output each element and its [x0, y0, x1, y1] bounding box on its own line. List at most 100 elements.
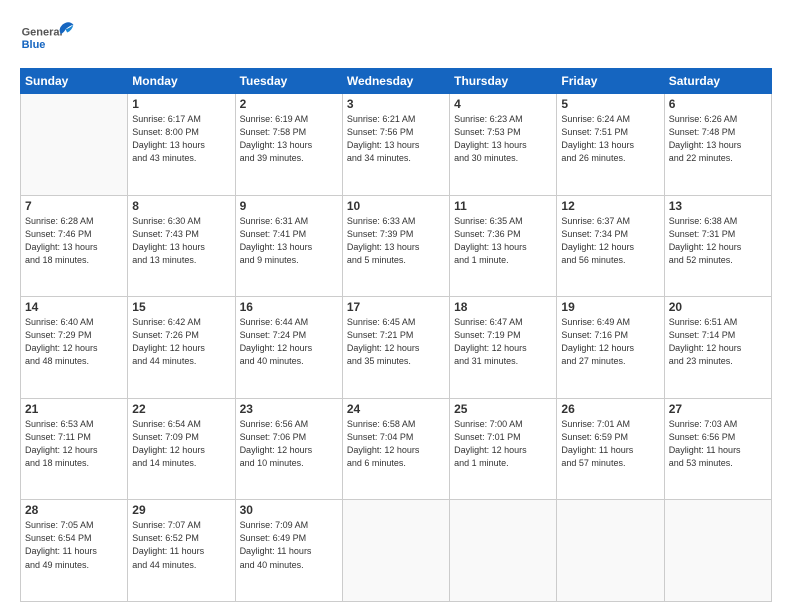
weekday-header-tuesday: Tuesday: [235, 69, 342, 94]
day-info: Sunrise: 6:37 AM Sunset: 7:34 PM Dayligh…: [561, 215, 659, 267]
day-number: 26: [561, 402, 659, 416]
weekday-header-friday: Friday: [557, 69, 664, 94]
day-number: 25: [454, 402, 552, 416]
day-number: 18: [454, 300, 552, 314]
day-number: 17: [347, 300, 445, 314]
day-info: Sunrise: 7:01 AM Sunset: 6:59 PM Dayligh…: [561, 418, 659, 470]
calendar-cell: 22Sunrise: 6:54 AM Sunset: 7:09 PM Dayli…: [128, 398, 235, 500]
calendar-cell: [450, 500, 557, 602]
day-info: Sunrise: 6:33 AM Sunset: 7:39 PM Dayligh…: [347, 215, 445, 267]
calendar-cell: 11 Sunrise: 6:35 AM Sunset: 7:36 PM Dayli…: [450, 195, 557, 297]
day-info: Sunrise: 6:21 AM Sunset: 7:56 PM Dayligh…: [347, 113, 445, 165]
calendar-cell: 25Sunrise: 7:00 AM Sunset: 7:01 PM Dayli…: [450, 398, 557, 500]
day-number: 22: [132, 402, 230, 416]
calendar-cell: 27Sunrise: 7:03 AM Sunset: 6:56 PM Dayli…: [664, 398, 771, 500]
weekday-header-thursday: Thursday: [450, 69, 557, 94]
calendar-week-5: 28 Sunrise: 7:05 AM Sunset: 6:54 PM Dayli…: [21, 500, 772, 602]
day-number: 28: [25, 503, 123, 517]
calendar-cell: [342, 500, 449, 602]
day-info: Sunrise: 6:26 AM Sunset: 7:48 PM Dayligh…: [669, 113, 767, 165]
weekday-header-wednesday: Wednesday: [342, 69, 449, 94]
calendar-cell: 20Sunrise: 6:51 AM Sunset: 7:14 PM Dayli…: [664, 297, 771, 399]
day-number: 3: [347, 97, 445, 111]
day-info: Sunrise: 6:51 AM Sunset: 7:14 PM Dayligh…: [669, 316, 767, 368]
calendar-week-2: 7 Sunrise: 6:28 AM Sunset: 7:46 PM Daylig…: [21, 195, 772, 297]
day-number: 29: [132, 503, 230, 517]
day-info: Sunrise: 7:03 AM Sunset: 6:56 PM Dayligh…: [669, 418, 767, 470]
day-number: 14: [25, 300, 123, 314]
weekday-header-saturday: Saturday: [664, 69, 771, 94]
day-number: 15: [132, 300, 230, 314]
calendar-cell: 28 Sunrise: 7:05 AM Sunset: 6:54 PM Dayli…: [21, 500, 128, 602]
day-number: 21: [25, 402, 123, 416]
calendar-cell: 2Sunrise: 6:19 AM Sunset: 7:58 PM Daylig…: [235, 94, 342, 196]
day-info: Sunrise: 6:38 AM Sunset: 7:31 PM Dayligh…: [669, 215, 767, 267]
calendar-cell: 7 Sunrise: 6:28 AM Sunset: 7:46 PM Daylig…: [21, 195, 128, 297]
day-info: Sunrise: 6:42 AM Sunset: 7:26 PM Dayligh…: [132, 316, 230, 368]
calendar-cell: 14 Sunrise: 6:40 AM Sunset: 7:29 PM Dayli…: [21, 297, 128, 399]
day-number: 16: [240, 300, 338, 314]
calendar-cell: 29 Sunrise: 7:07 AM Sunset: 6:52 PM Dayli…: [128, 500, 235, 602]
calendar-table: SundayMondayTuesdayWednesdayThursdayFrid…: [20, 68, 772, 602]
day-number: 23: [240, 402, 338, 416]
day-number: 30: [240, 503, 338, 517]
calendar-cell: 9 Sunrise: 6:31 AM Sunset: 7:41 PM Daylig…: [235, 195, 342, 297]
weekday-header-row: SundayMondayTuesdayWednesdayThursdayFrid…: [21, 69, 772, 94]
day-info: Sunrise: 7:05 AM Sunset: 6:54 PM Dayligh…: [25, 519, 123, 571]
day-info: Sunrise: 6:56 AM Sunset: 7:06 PM Dayligh…: [240, 418, 338, 470]
day-number: 10: [347, 199, 445, 213]
day-info: Sunrise: 6:53 AM Sunset: 7:11 PM Dayligh…: [25, 418, 123, 470]
day-info: Sunrise: 6:45 AM Sunset: 7:21 PM Dayligh…: [347, 316, 445, 368]
day-number: 11: [454, 199, 552, 213]
svg-text:Blue: Blue: [22, 39, 46, 51]
day-number: 9: [240, 199, 338, 213]
day-info: Sunrise: 7:09 AM Sunset: 6:49 PM Dayligh…: [240, 519, 338, 571]
calendar-cell: 6 Sunrise: 6:26 AM Sunset: 7:48 PM Daylig…: [664, 94, 771, 196]
calendar-cell: 1 Sunrise: 6:17 AM Sunset: 8:00 PM Daylig…: [128, 94, 235, 196]
calendar-cell: 4 Sunrise: 6:23 AM Sunset: 7:53 PM Daylig…: [450, 94, 557, 196]
calendar-cell: 10 Sunrise: 6:33 AM Sunset: 7:39 PM Dayli…: [342, 195, 449, 297]
day-info: Sunrise: 6:44 AM Sunset: 7:24 PM Dayligh…: [240, 316, 338, 368]
calendar-week-3: 14 Sunrise: 6:40 AM Sunset: 7:29 PM Dayli…: [21, 297, 772, 399]
day-info: Sunrise: 6:17 AM Sunset: 8:00 PM Dayligh…: [132, 113, 230, 165]
day-number: 8: [132, 199, 230, 213]
header: General Blue: [20, 18, 772, 58]
calendar-cell: 19 Sunrise: 6:49 AM Sunset: 7:16 PM Dayli…: [557, 297, 664, 399]
day-info: Sunrise: 6:35 AM Sunset: 7:36 PM Dayligh…: [454, 215, 552, 267]
day-number: 19: [561, 300, 659, 314]
calendar-cell: 30 Sunrise: 7:09 AM Sunset: 6:49 PM Dayli…: [235, 500, 342, 602]
day-info: Sunrise: 6:23 AM Sunset: 7:53 PM Dayligh…: [454, 113, 552, 165]
day-number: 7: [25, 199, 123, 213]
day-info: Sunrise: 6:28 AM Sunset: 7:46 PM Dayligh…: [25, 215, 123, 267]
calendar-week-4: 21 Sunrise: 6:53 AM Sunset: 7:11 PM Dayli…: [21, 398, 772, 500]
calendar-cell: 15 Sunrise: 6:42 AM Sunset: 7:26 PM Dayli…: [128, 297, 235, 399]
day-number: 5: [561, 97, 659, 111]
day-number: 12: [561, 199, 659, 213]
calendar-cell: [557, 500, 664, 602]
calendar-cell: 13 Sunrise: 6:38 AM Sunset: 7:31 PM Dayli…: [664, 195, 771, 297]
calendar-cell: 17 Sunrise: 6:45 AM Sunset: 7:21 PM Dayli…: [342, 297, 449, 399]
calendar-cell: 8 Sunrise: 6:30 AM Sunset: 7:43 PM Daylig…: [128, 195, 235, 297]
day-number: 1: [132, 97, 230, 111]
calendar-cell: 26 Sunrise: 7:01 AM Sunset: 6:59 PM Dayli…: [557, 398, 664, 500]
day-info: Sunrise: 6:47 AM Sunset: 7:19 PM Dayligh…: [454, 316, 552, 368]
day-info: Sunrise: 6:31 AM Sunset: 7:41 PM Dayligh…: [240, 215, 338, 267]
calendar-cell: 5 Sunrise: 6:24 AM Sunset: 7:51 PM Daylig…: [557, 94, 664, 196]
day-info: Sunrise: 6:24 AM Sunset: 7:51 PM Dayligh…: [561, 113, 659, 165]
day-number: 2: [240, 97, 338, 111]
calendar-cell: 12 Sunrise: 6:37 AM Sunset: 7:34 PM Dayli…: [557, 195, 664, 297]
day-number: 24: [347, 402, 445, 416]
day-info: Sunrise: 6:30 AM Sunset: 7:43 PM Dayligh…: [132, 215, 230, 267]
day-info: Sunrise: 6:40 AM Sunset: 7:29 PM Dayligh…: [25, 316, 123, 368]
day-info: Sunrise: 7:07 AM Sunset: 6:52 PM Dayligh…: [132, 519, 230, 571]
day-number: 4: [454, 97, 552, 111]
logo: General Blue: [20, 18, 75, 58]
weekday-header-sunday: Sunday: [21, 69, 128, 94]
day-info: Sunrise: 6:49 AM Sunset: 7:16 PM Dayligh…: [561, 316, 659, 368]
calendar-cell: 24Sunrise: 6:58 AM Sunset: 7:04 PM Dayli…: [342, 398, 449, 500]
calendar-cell: [664, 500, 771, 602]
day-number: 13: [669, 199, 767, 213]
calendar-cell: 18 Sunrise: 6:47 AM Sunset: 7:19 PM Dayli…: [450, 297, 557, 399]
svg-text:General: General: [22, 27, 63, 39]
day-number: 6: [669, 97, 767, 111]
